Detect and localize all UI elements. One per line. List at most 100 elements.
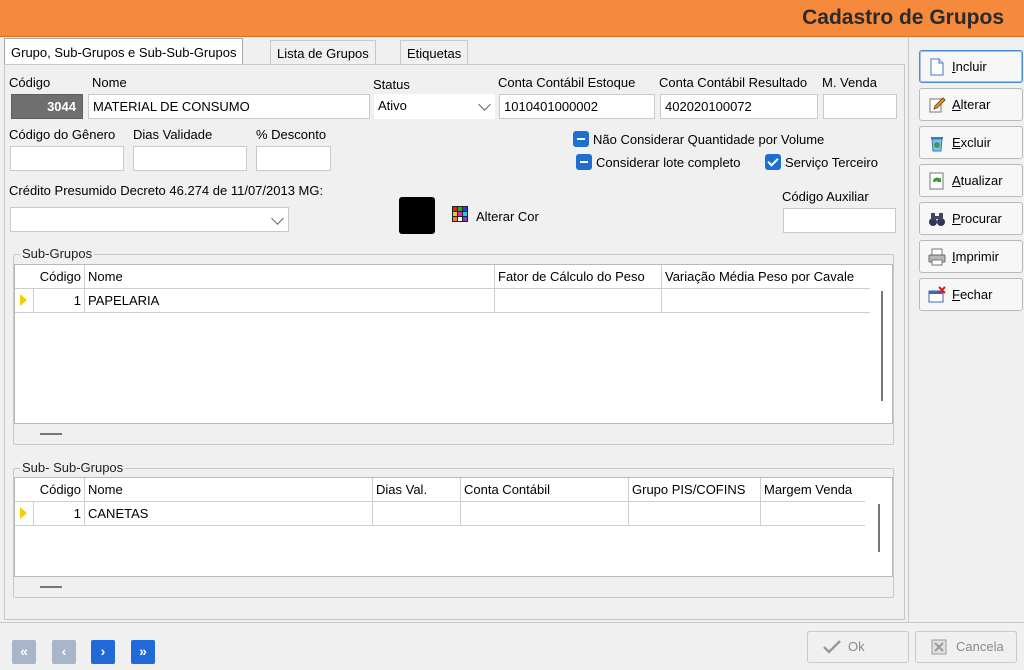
ok-key: O [848, 639, 859, 654]
codigo-label: Código [9, 75, 51, 90]
alterar-cor-link[interactable]: Alterar Cor [476, 209, 539, 224]
incluir-button[interactable]: Incluir [919, 50, 1023, 83]
credito-label: Crédito Presumido Decreto 46.274 de 11/0… [9, 183, 324, 198]
codigo-auxiliar-field[interactable] [783, 208, 896, 233]
col-fator[interactable]: Fator de Cálculo do Peso [495, 265, 662, 289]
table-row[interactable]: 1 CANETAS [15, 502, 865, 526]
subsubgrupos-group: Sub- Sub-Grupos Código Nome Dias Val. Co… [13, 460, 894, 598]
excluir-label: xcluir [960, 135, 992, 150]
cancela-label: ancela [965, 639, 1004, 654]
checkbox-indeterminate-icon [573, 131, 589, 147]
desconto-field[interactable] [256, 146, 331, 171]
cell-dias [373, 502, 461, 526]
cell-variacao [662, 289, 870, 313]
horizontal-scrollbar[interactable] [40, 586, 62, 588]
alterar-label: lterar [960, 97, 991, 112]
fechar-label: echar [959, 287, 993, 302]
table-row[interactable]: 1 PAPELARIA [15, 289, 870, 313]
subgrupos-grid: Código Nome Fator de Cálculo do Peso Var… [14, 264, 893, 424]
cell-codigo: 1 [33, 289, 85, 313]
footer-bar: « ‹ › » Ok Cancela [0, 622, 1024, 670]
next-record-button[interactable]: › [91, 640, 115, 664]
cell-fator [495, 289, 662, 313]
procurar-key: P [952, 211, 961, 226]
considerar-lote-text: Considerar lote completo [596, 155, 741, 170]
atualizar-label: tualizar [960, 173, 1003, 188]
col-grupo-pis[interactable]: Grupo PIS/COFINS [629, 478, 761, 502]
status-select[interactable]: Ativo [374, 94, 495, 119]
conta-estoque-label: Conta Contábil Estoque [498, 75, 636, 90]
checkbox-indeterminate-icon [576, 154, 592, 170]
checkbox-checked-icon [765, 154, 781, 170]
imprimir-label: mprimir [955, 249, 999, 264]
conta-resultado-label: Conta Contábil Resultado [659, 75, 808, 90]
action-sidebar: Incluir Alterar Excluir Atualizar Procur… [908, 37, 1024, 622]
codigo-genero-field[interactable] [10, 146, 124, 171]
col-nome[interactable]: Nome [85, 478, 373, 502]
considerar-lote-checkbox[interactable]: Considerar lote completo [576, 154, 741, 172]
incluir-label: ncluir [955, 59, 987, 74]
chevron-down-icon [478, 98, 491, 111]
credito-select[interactable] [10, 207, 289, 232]
first-record-button[interactable]: « [12, 640, 36, 664]
m-venda-label: M. Venda [822, 75, 877, 90]
color-swatch[interactable] [399, 197, 435, 234]
cell-nome: PAPELARIA [85, 289, 495, 313]
excluir-button[interactable]: Excluir [919, 126, 1023, 159]
col-variacao[interactable]: Variação Média Peso por Cavale [662, 265, 870, 289]
col-conta-contabil[interactable]: Conta Contábil [461, 478, 629, 502]
refresh-icon [929, 172, 944, 190]
new-document-icon [930, 58, 944, 76]
tab-lista-grupos[interactable]: Lista de Grupos [270, 40, 376, 66]
tab-etiquetas[interactable]: Etiquetas [400, 40, 469, 66]
subsubgrupos-grid: Código Nome Dias Val. Conta Contábil Gru… [14, 477, 893, 577]
col-codigo[interactable]: Código [33, 478, 85, 502]
printer-icon [928, 248, 946, 266]
main-panel: Código Nome Status Conta Contábil Estoqu… [4, 64, 905, 620]
atualizar-button[interactable]: Atualizar [919, 164, 1023, 197]
codigo-genero-label: Código do Gênero [9, 127, 116, 142]
col-nome[interactable]: Nome [85, 265, 495, 289]
ok-button[interactable]: Ok [807, 631, 909, 663]
fechar-button[interactable]: Fechar [919, 278, 1023, 311]
vertical-scrollbar[interactable] [878, 504, 880, 552]
nao-considerar-text: Não Considerar Quantidade por Volume [593, 132, 825, 147]
conta-estoque-field[interactable]: 1010401000002 [499, 94, 655, 119]
palette-icon[interactable] [452, 206, 468, 222]
edit-icon [929, 97, 946, 113]
horizontal-scrollbar[interactable] [40, 433, 62, 435]
dias-validade-field[interactable] [133, 146, 247, 171]
cell-codigo: 1 [33, 502, 85, 526]
tab-grupos[interactable]: Grupo, Sub-Grupos e Sub-Sub-Grupos [4, 38, 244, 66]
cancela-key: C [956, 639, 966, 654]
alterar-key: A [952, 97, 961, 112]
codigo-auxiliar-label: Código Auxiliar [782, 189, 869, 204]
procurar-label: rocurar [960, 211, 1002, 226]
cancel-icon [931, 639, 947, 655]
procurar-button[interactable]: Procurar [919, 202, 1023, 235]
last-record-button[interactable]: » [131, 640, 155, 664]
subgrupos-group: Sub-Grupos Código Nome Fator de Cálculo … [13, 246, 894, 445]
m-venda-field[interactable] [823, 94, 897, 119]
nao-considerar-checkbox[interactable]: Não Considerar Quantidade por Volume [573, 131, 824, 149]
cancela-button[interactable]: Cancela [915, 631, 1017, 663]
atualizar-key: A [952, 173, 961, 188]
grid-header: Código Nome Fator de Cálculo do Peso Var… [15, 265, 870, 289]
col-codigo[interactable]: Código [33, 265, 85, 289]
servico-terceiro-checkbox[interactable]: Serviço Terceiro [765, 154, 878, 172]
alterar-button[interactable]: Alterar [919, 88, 1023, 121]
vertical-scrollbar[interactable] [881, 291, 883, 401]
fechar-key: F [952, 287, 960, 302]
conta-resultado-field[interactable]: 402020100072 [660, 94, 818, 119]
status-value: Ativo [378, 98, 407, 113]
codigo-field[interactable]: 3044 [11, 94, 83, 119]
dias-validade-label: Dias Validade [133, 127, 213, 142]
nome-field[interactable]: MATERIAL DE CONSUMO [88, 94, 370, 119]
prev-record-button[interactable]: ‹ [52, 640, 76, 664]
col-dias-val[interactable]: Dias Val. [373, 478, 461, 502]
imprimir-button[interactable]: Imprimir [919, 240, 1023, 273]
ok-label: k [858, 639, 865, 654]
col-margem-venda[interactable]: Margem Venda [761, 478, 865, 502]
status-label: Status [373, 77, 410, 92]
subgrupos-title: Sub-Grupos [20, 246, 95, 261]
